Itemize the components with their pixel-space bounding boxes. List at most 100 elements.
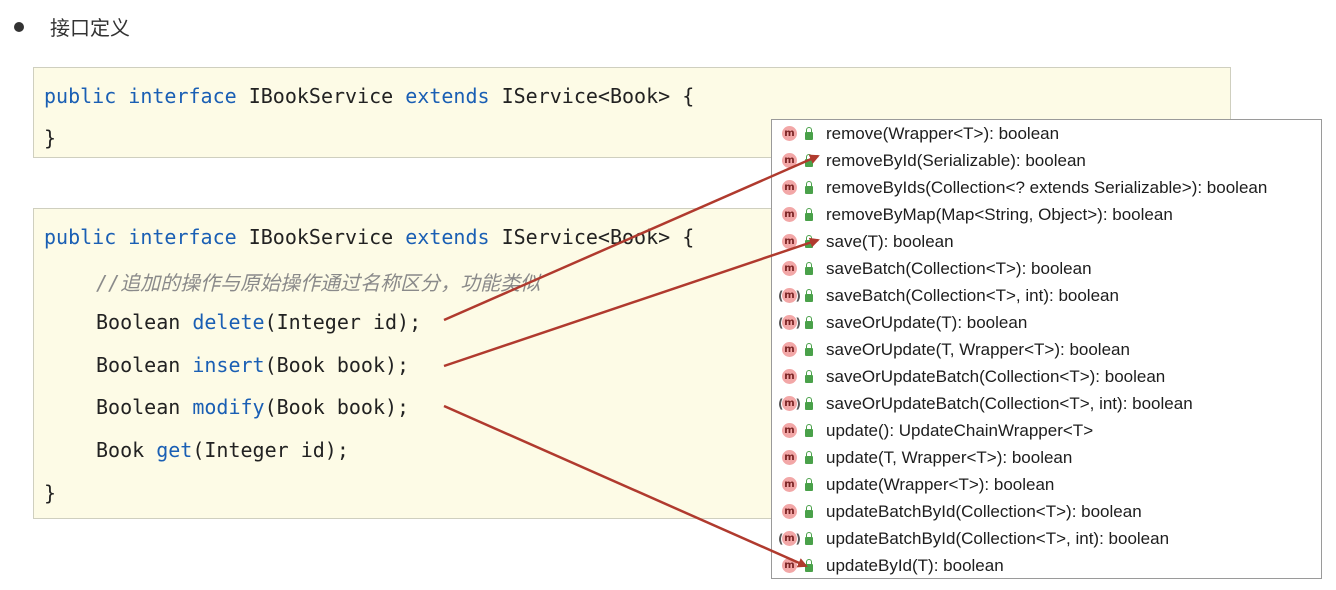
interface-name: IBookService [236,225,406,249]
lock-icon [805,424,813,437]
lock-icon [805,208,813,221]
method-icon: m [782,234,797,249]
section-title: 接口定义 [50,16,130,40]
method-params: (Book book); [264,353,410,377]
method-icon: m [782,126,797,141]
lock-icon [805,235,813,248]
return-type: Boolean [96,353,193,377]
completion-item[interactable]: m saveOrUpdateBatch(Collection<T>, int): … [772,390,1321,417]
completion-item[interactable]: m updateBatchById(Collection<T>): boolean [772,498,1321,525]
method-icon: m [782,369,797,384]
method-icon: m [782,477,797,492]
return-type: Book [96,438,157,462]
method-line-modify: Boolean modify(Book book); [96,395,409,419]
keyword: extends [405,225,490,249]
method-icon: m [778,288,801,303]
method-name: get [156,438,193,462]
completion-label: saveBatch(Collection<T>): boolean [826,258,1092,278]
lock-icon [805,451,813,464]
completion-label: saveOrUpdate(T, Wrapper<T>): boolean [826,339,1130,359]
completion-item[interactable]: m removeById(Serializable): boolean [772,147,1321,174]
code-text: IService<Book> { [489,225,695,249]
completion-label: remove(Wrapper<T>): boolean [826,123,1060,143]
completion-item[interactable]: m save(T): boolean [772,228,1321,255]
section-heading: 接口定义 [14,12,130,41]
code-text: IService<Book> { [489,84,695,108]
interface-name: IBookService [236,84,406,108]
keyword: interface [128,225,237,249]
method-name: insert [192,353,265,377]
code-comment: //追加的操作与原始操作通过名称区分，功能类似 [96,271,541,295]
lock-icon [805,343,813,356]
completion-item[interactable]: m update(Wrapper<T>): boolean [772,471,1321,498]
keyword: interface [128,84,237,108]
completion-item[interactable]: m updateById(T): boolean [772,552,1321,579]
method-line-insert: Boolean insert(Book book); [96,353,409,377]
lock-icon [805,532,813,545]
method-params: (Book book); [264,395,410,419]
method-line-get: Book get(Integer id); [96,438,349,462]
completion-label: update(Wrapper<T>): boolean [826,474,1055,494]
method-icon: m [782,153,797,168]
method-icon: m [782,558,797,573]
method-icon: m [782,261,797,276]
completion-label: updateBatchById(Collection<T>, int): boo… [826,528,1170,548]
completion-label: removeByIds(Collection<? extends Seriali… [826,177,1268,197]
completion-label: removeByMap(Map<String, Object>): boolea… [826,204,1173,224]
method-icon: m [778,315,801,330]
method-line-delete: Boolean delete(Integer id); [96,310,421,334]
lock-icon [805,478,813,491]
method-icon: m [782,342,797,357]
completion-item[interactable]: m saveOrUpdateBatch(Collection<T>): boole… [772,363,1321,390]
lock-icon [805,154,813,167]
lock-icon [805,289,813,302]
lock-icon [805,316,813,329]
completion-item[interactable]: m saveBatch(Collection<T>, int): boolean [772,282,1321,309]
lock-icon [805,559,813,572]
completion-label: saveOrUpdate(T): boolean [826,312,1028,332]
completion-label: update(): UpdateChainWrapper<T> [826,420,1094,440]
method-icon: m [782,180,797,195]
bullet-dot [14,21,24,32]
code-line: public interface IBookService extends IS… [44,84,694,108]
completion-item[interactable]: m remove(Wrapper<T>): boolean [772,120,1321,147]
completion-label: save(T): boolean [826,231,954,251]
method-params: (Integer id); [264,310,422,334]
lock-icon [805,262,813,275]
code-line: } [44,126,57,150]
keyword: public [44,84,117,108]
code-line: } [44,481,57,505]
lock-icon [805,397,813,410]
completion-label: removeById(Serializable): boolean [826,150,1086,170]
method-icon: m [782,450,797,465]
completion-label: updateBatchById(Collection<T>): boolean [826,501,1142,521]
method-name: delete [192,310,265,334]
lock-icon [805,505,813,518]
return-type: Boolean [96,395,193,419]
completion-label: update(T, Wrapper<T>): boolean [826,447,1073,467]
code-line: public interface IBookService extends IS… [44,225,694,249]
method-icon: m [778,531,801,546]
completion-item[interactable]: m updateBatchById(Collection<T>, int): bo… [772,525,1321,552]
lock-icon [805,181,813,194]
autocomplete-popup[interactable]: m remove(Wrapper<T>): boolean m removeById… [771,119,1322,579]
completion-item[interactable]: m saveOrUpdate(T): boolean [772,309,1321,336]
completion-item[interactable]: m removeByMap(Map<String, Object>): boole… [772,201,1321,228]
lock-icon [805,127,813,140]
completion-label: updateById(T): boolean [826,555,1004,575]
completion-item[interactable]: m saveBatch(Collection<T>): boolean [772,255,1321,282]
method-params: (Integer id); [192,438,349,462]
method-icon: m [782,423,797,438]
method-icon: m [782,207,797,222]
keyword: extends [405,84,490,108]
completion-label: saveOrUpdateBatch(Collection<T>): boolea… [826,366,1166,386]
completion-item[interactable]: m removeByIds(Collection<? extends Serial… [772,174,1321,201]
lock-icon [805,370,813,383]
keyword: public [44,225,117,249]
return-type: Boolean [96,310,193,334]
completion-item[interactable]: m update(): UpdateChainWrapper<T> [772,417,1321,444]
method-name: modify [192,395,265,419]
completion-item[interactable]: m update(T, Wrapper<T>): boolean [772,444,1321,471]
method-icon: m [778,396,801,411]
completion-item[interactable]: m saveOrUpdate(T, Wrapper<T>): boolean [772,336,1321,363]
